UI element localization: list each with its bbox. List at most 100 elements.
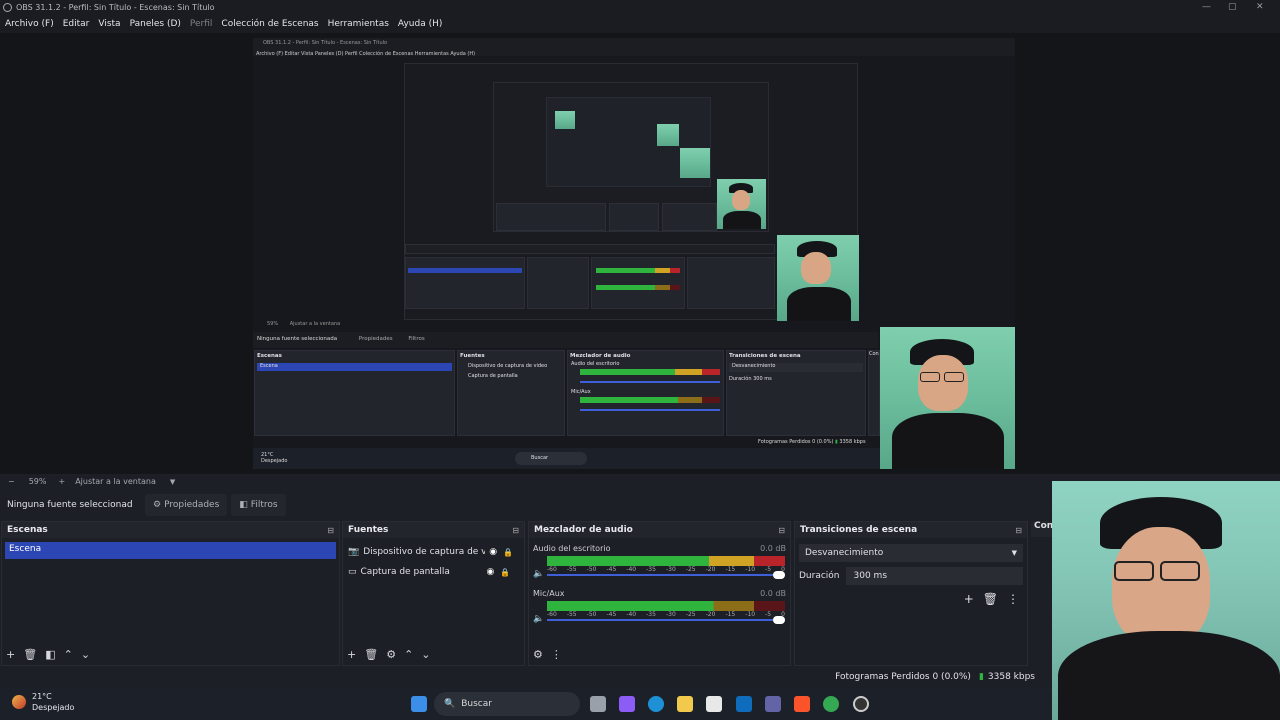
gear-icon: ⚙	[153, 499, 162, 510]
dock-menu-icon[interactable]: ⊟	[327, 526, 334, 535]
nested-sources-dock: Fuentes Dispositivo de captura de video …	[457, 350, 565, 436]
trash-icon[interactable]: 🗑	[983, 592, 998, 606]
close-icon[interactable]: ✕	[1256, 2, 1264, 12]
fit-window-label: Ajustar a la ventana	[75, 477, 156, 486]
nested-webcam-7	[777, 235, 859, 321]
nested-transitions-dock: Transiciones de escena Desvanecimiento D…	[726, 350, 866, 436]
eye-icon[interactable]: ◉	[489, 547, 497, 557]
sources-header: Fuentes ⊟	[343, 522, 524, 538]
search-icon: 🔍	[444, 699, 456, 709]
source-item-screen-capture[interactable]: ▭ Captura de pantalla ◉ 🔒	[343, 562, 524, 582]
windows-start-icon[interactable]	[411, 696, 427, 712]
nested-scenes-dock: Escenas Escena	[254, 350, 455, 436]
preview-area[interactable]: OBS 31.1.2 - Perfil: Sin Título - Escena…	[0, 33, 1280, 474]
nested-controls-dock: Con	[868, 350, 880, 436]
menu-vista[interactable]: Vista	[98, 19, 120, 29]
filters-label: Filtros	[250, 499, 278, 510]
window-title: OBS 31.1.2 - Perfil: Sin Título - Escena…	[16, 3, 215, 12]
lock-icon[interactable]: 🔒	[500, 568, 510, 577]
duration-row: Duración 300 ms	[799, 567, 1023, 585]
speaker-icon[interactable]: 🔈	[533, 569, 544, 579]
obs-logo-icon	[3, 3, 12, 12]
add-transition-icon[interactable]: +	[964, 592, 974, 606]
brave-icon[interactable]	[794, 696, 810, 712]
filters-button[interactable]: ◧ Filtros	[231, 493, 286, 516]
gear-icon[interactable]: ⚙	[386, 648, 396, 661]
monitor-icon: ▭	[348, 567, 357, 577]
menu-ayuda[interactable]: Ayuda (H)	[398, 19, 442, 29]
preview-canvas[interactable]: OBS 31.1.2 - Perfil: Sin Título - Escena…	[253, 38, 1015, 469]
volume-slider[interactable]: 🔈	[533, 569, 785, 580]
add-source-icon[interactable]: +	[347, 648, 356, 661]
chevron-down-icon[interactable]: ⌄	[421, 648, 430, 661]
obs-taskbar-icon[interactable]	[853, 696, 869, 712]
nested-mixer	[591, 257, 685, 309]
nested-titlebar: OBS 31.1.2 - Perfil: Sin Título - Escena…	[253, 38, 1015, 57]
webcam-overlay	[1052, 481, 1280, 720]
dock-menu-icon[interactable]: ⊟	[778, 526, 785, 535]
sources-dock: Fuentes ⊟ 📷 Dispositivo de captura de vi…	[342, 521, 525, 666]
duration-input[interactable]: 300 ms	[845, 567, 1023, 585]
nested-webcam-4	[657, 124, 679, 146]
nested-panel	[496, 203, 606, 231]
properties-button[interactable]: ⚙ Propiedades	[145, 493, 228, 516]
transition-select[interactable]: Desvanecimiento ▼	[799, 544, 1023, 562]
zoom-out-button[interactable]: −	[8, 477, 15, 486]
menu-editar[interactable]: Editar	[63, 19, 90, 29]
copilot-icon[interactable]	[619, 696, 635, 712]
teams-icon[interactable]	[765, 696, 781, 712]
audio-mixer-dock: Mezclador de audio ⊟ Audio del escritori…	[528, 521, 791, 666]
taskbar-search[interactable]: 🔍 Buscar	[434, 692, 580, 716]
maximize-icon[interactable]: ▢	[1228, 2, 1237, 12]
title-bar: OBS 31.1.2 - Perfil: Sin Título - Escena…	[0, 0, 1280, 15]
scenes-title: Escenas	[7, 525, 48, 535]
menu-perfil[interactable]: Perfil	[190, 19, 213, 29]
signal-icon: ▮	[978, 672, 984, 682]
source-item-video-capture[interactable]: 📷 Dispositivo de captura de video ◉ 🔒	[343, 542, 524, 562]
dock-menu-icon[interactable]: ⊟	[512, 526, 519, 535]
volume-slider[interactable]: 🔈	[533, 614, 785, 625]
chrome-icon[interactable]	[823, 696, 839, 712]
zoom-in-button[interactable]: +	[58, 477, 65, 486]
outlook-icon[interactable]	[736, 696, 752, 712]
store-icon[interactable]	[706, 696, 722, 712]
add-scene-icon[interactable]: +	[6, 648, 15, 661]
sources-toolbar: + 🗑 ⚙ ⌃ ⌄	[343, 643, 524, 665]
menu-coleccion-escenas[interactable]: Colección de Escenas	[221, 19, 318, 29]
mixer-header: Mezclador de audio ⊟	[529, 522, 790, 538]
menu-herramientas[interactable]: Herramientas	[328, 19, 389, 29]
eye-icon[interactable]: ◉	[487, 567, 495, 577]
dropped-frames: Fotogramas Perdidos 0 (0.0%)	[835, 672, 971, 682]
chevron-up-icon[interactable]: ⌃	[64, 648, 73, 661]
more-menu-icon[interactable]: ⋮	[551, 648, 562, 661]
file-explorer-icon[interactable]	[677, 696, 693, 712]
filter-icon[interactable]: ◧	[45, 648, 55, 661]
lock-icon[interactable]: 🔒	[503, 548, 513, 557]
nested-srcbar	[405, 244, 775, 254]
nested-webcam-main	[880, 327, 1015, 469]
transitions-title: Transiciones de escena	[800, 525, 918, 535]
chevron-up-icon[interactable]: ⌃	[404, 648, 413, 661]
trash-icon[interactable]: 🗑	[23, 648, 37, 661]
task-view-icon[interactable]	[590, 696, 606, 712]
dock-menu-icon[interactable]: ⊟	[1015, 526, 1022, 535]
mixer-settings-icon[interactable]: ⚙	[533, 648, 543, 661]
menu-archivo[interactable]: Archivo (F)	[5, 19, 54, 29]
speaker-icon[interactable]: 🔈	[533, 614, 544, 624]
more-menu-icon[interactable]: ⋮	[1007, 592, 1019, 606]
weather-text: Despejado	[32, 703, 75, 712]
menu-paneles[interactable]: Paneles (D)	[130, 19, 181, 29]
channel-name: Audio del escritorio	[533, 544, 611, 553]
weather-icon	[12, 695, 26, 709]
source-label: Dispositivo de captura de video	[363, 547, 486, 557]
edge-icon[interactable]	[648, 696, 664, 712]
trash-icon[interactable]: 🗑	[364, 648, 378, 661]
minimize-icon[interactable]: —	[1202, 2, 1211, 12]
weather-widget[interactable]: 21°C Despejado	[12, 691, 74, 713]
fit-dropdown-icon[interactable]: ▼	[170, 478, 175, 486]
nested-title: OBS 31.1.2 - Perfil: Sin Título - Escena…	[263, 40, 388, 46]
chevron-down-icon[interactable]: ⌄	[81, 648, 90, 661]
glasses-right	[1160, 561, 1200, 581]
volume-meter: -60 -55 -50 -45 -40 -35 -30 -25 -20 -15 -10 -5 0	[547, 601, 785, 618]
scene-item[interactable]: Escena	[5, 542, 336, 559]
